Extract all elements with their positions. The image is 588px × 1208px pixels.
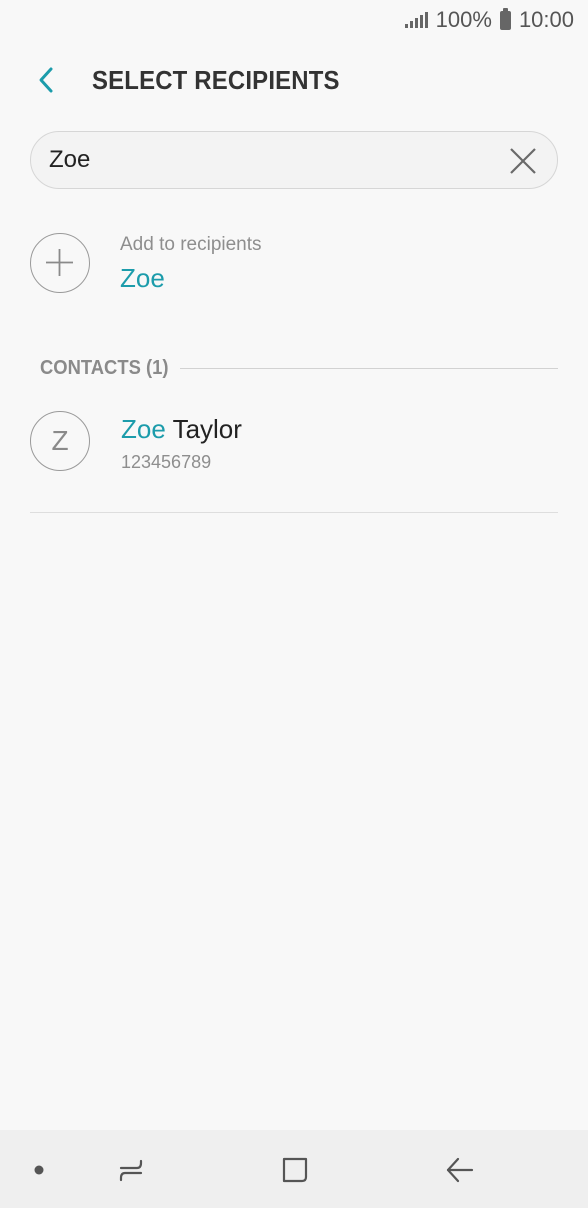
- close-icon: [510, 148, 536, 174]
- search-bar: [30, 131, 558, 189]
- back-nav-button[interactable]: [440, 1154, 480, 1186]
- add-recipient-button[interactable]: [30, 233, 90, 293]
- status-time: 10:00: [518, 7, 574, 32]
- plus-icon: [46, 249, 73, 276]
- app-header: SELECT RECIPIENTS: [0, 48, 588, 112]
- list-divider: [30, 512, 558, 513]
- page-title: SELECT RECIPIENTS: [92, 65, 340, 95]
- chevron-left-icon: [39, 67, 53, 93]
- contacts-section-title: CONTACTS (1): [40, 356, 169, 379]
- nav-dot-button[interactable]: [19, 1154, 59, 1186]
- battery-percent: 100%: [435, 7, 492, 32]
- contact-list-item[interactable]: Z Zoe Taylor 123456789: [0, 400, 588, 490]
- add-to-recipients-label: Add to recipients: [120, 234, 262, 255]
- contact-name-rest: Taylor: [165, 414, 242, 444]
- back-arrow-icon: [446, 1157, 474, 1183]
- clear-search-button[interactable]: [507, 145, 539, 177]
- navigation-bar: [0, 1130, 588, 1208]
- contact-name: Zoe Taylor: [121, 414, 242, 445]
- contact-name-match: Zoe: [121, 414, 166, 444]
- signal-icon: [404, 12, 428, 28]
- dot-icon: [34, 1165, 44, 1175]
- add-recipient-name: Zoe: [120, 263, 165, 293]
- recents-button[interactable]: [111, 1154, 151, 1186]
- home-icon: [282, 1157, 308, 1183]
- add-to-recipients-row[interactable]: Add to recipients Zoe: [0, 220, 588, 310]
- home-button[interactable]: [275, 1154, 315, 1186]
- contact-avatar: Z: [30, 411, 90, 471]
- search-input[interactable]: [49, 140, 479, 180]
- back-button[interactable]: [26, 62, 66, 98]
- status-bar: 100% 10:00: [0, 0, 588, 40]
- contact-number: 123456789: [121, 452, 212, 472]
- section-divider: [179, 367, 558, 369]
- battery-icon: [499, 7, 511, 30]
- contacts-section-header: CONTACTS (1): [40, 354, 558, 382]
- recents-icon: [119, 1159, 143, 1182]
